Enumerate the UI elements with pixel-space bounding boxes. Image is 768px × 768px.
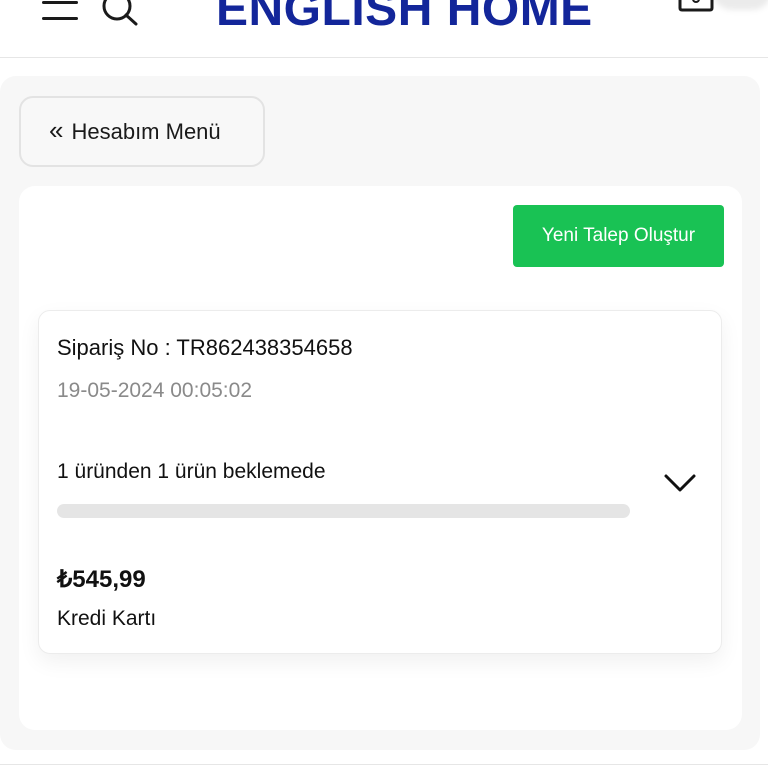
corner-shadow xyxy=(712,0,768,10)
brand-logo[interactable]: ENGLISH HOME xyxy=(216,0,593,37)
page: ENGLISH HOME « Hesabım Menü Yeni Talep O… xyxy=(0,0,768,768)
payment-method: Kredi Kartı xyxy=(57,607,157,630)
hamburger-menu-icon[interactable] xyxy=(42,0,80,24)
site-header: ENGLISH HOME xyxy=(0,0,768,58)
search-icon[interactable] xyxy=(98,0,142,28)
account-menu-back-button[interactable]: « Hesabım Menü xyxy=(19,96,265,167)
bottom-divider xyxy=(0,764,768,765)
order-status: 1 üründen 1 ürün beklemede xyxy=(57,460,326,483)
chevron-down-icon[interactable] xyxy=(660,466,700,500)
order-number: Sipariş No : TR862438354658 xyxy=(57,335,353,360)
double-chevron-left-icon: « xyxy=(49,115,64,145)
order-progress-bar xyxy=(57,504,630,518)
order-date: 19-05-2024 00:05:02 xyxy=(57,379,252,402)
order-price: ₺545,99 xyxy=(57,566,146,593)
new-request-button[interactable]: Yeni Talep Oluştur xyxy=(513,205,724,267)
shopping-bag-icon[interactable] xyxy=(676,0,718,20)
account-menu-label: Hesabım Menü xyxy=(71,118,221,144)
